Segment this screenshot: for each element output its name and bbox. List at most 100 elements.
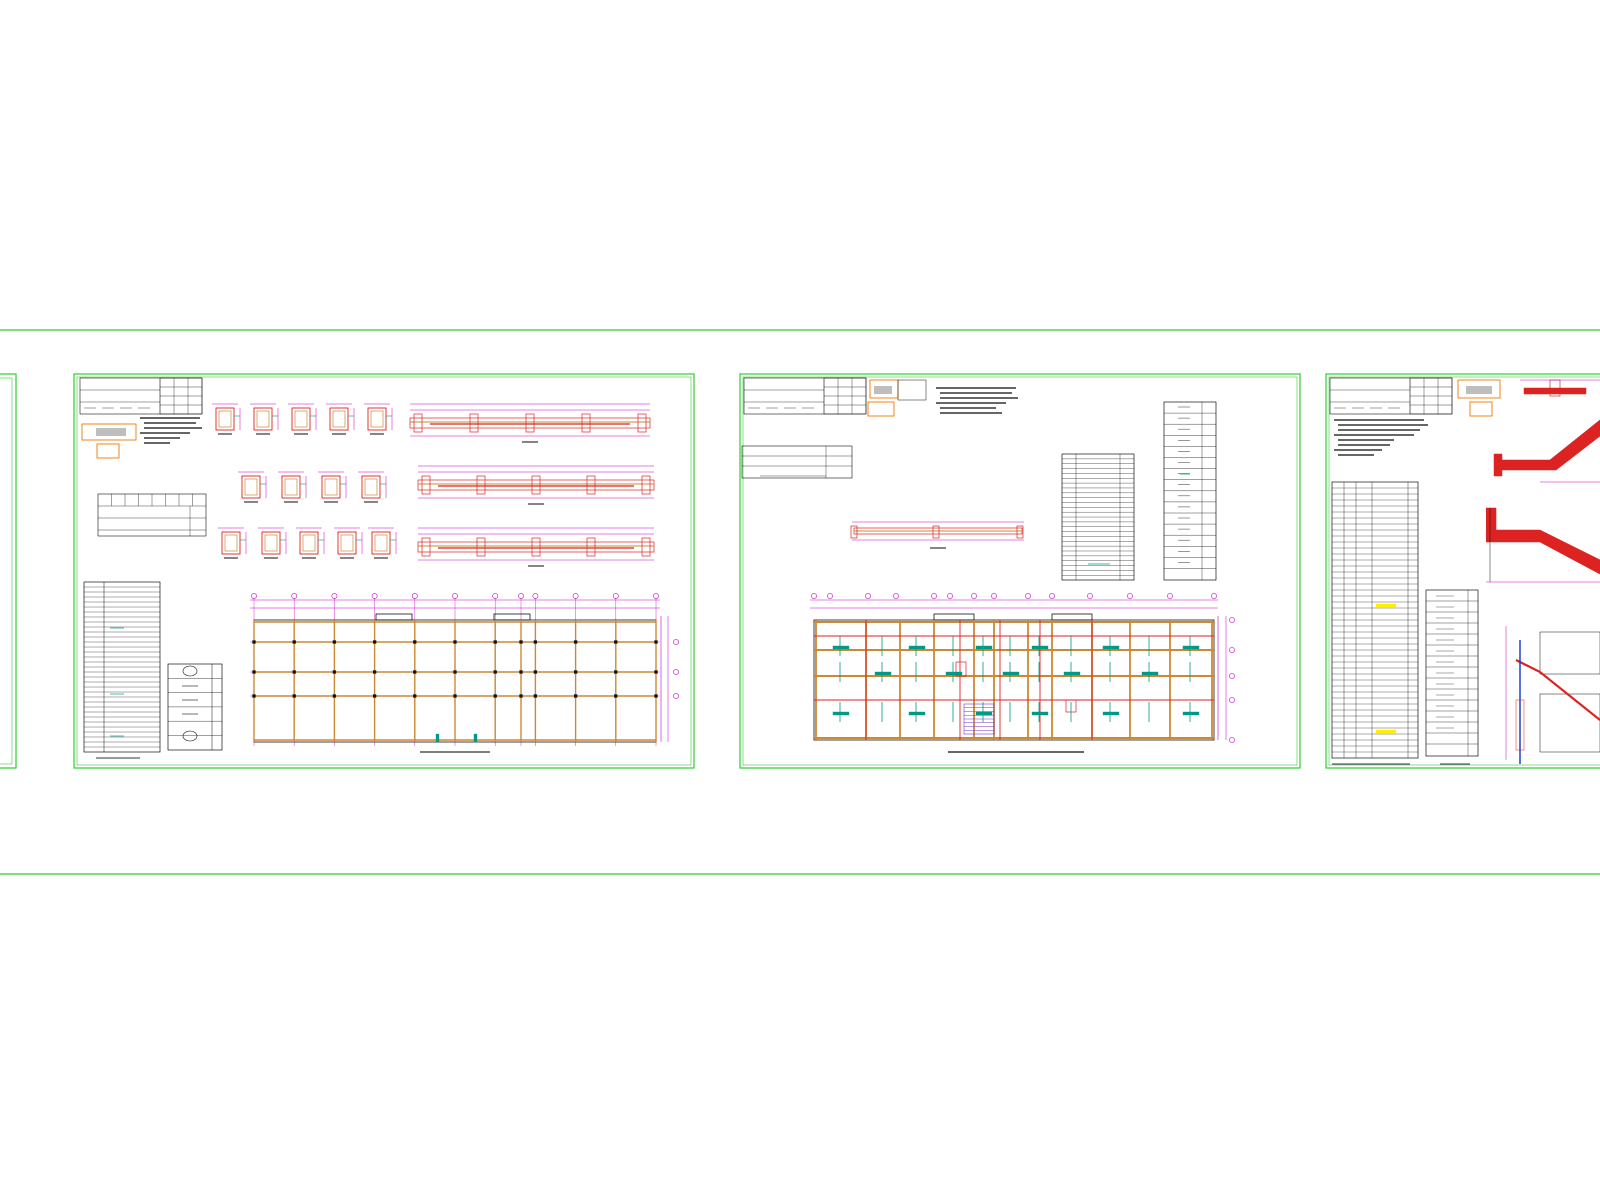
rebar-callout — [1063, 671, 1081, 676]
axis-bubble — [1211, 593, 1217, 599]
beam-cross-sections — [212, 403, 397, 559]
axis-bubble — [1229, 647, 1235, 653]
sheet-partial-left[interactable] — [0, 373, 17, 769]
column — [372, 694, 377, 698]
beam-cross-section — [358, 471, 387, 503]
column — [519, 670, 523, 674]
beam-cross-section — [334, 527, 363, 559]
beam-cross-section — [288, 403, 317, 435]
column-stub — [525, 413, 535, 433]
stirrup — [340, 534, 354, 552]
column — [292, 694, 296, 698]
seal-stamp — [1457, 379, 1501, 417]
stirrup — [256, 410, 270, 428]
landing-beam — [1493, 453, 1503, 477]
beam-cross-section — [364, 403, 393, 435]
column — [453, 670, 457, 674]
axis-bubble — [1167, 593, 1173, 599]
table-highlight — [1375, 729, 1397, 734]
column — [332, 640, 337, 644]
column-stub — [637, 413, 647, 433]
rebar-callout — [1031, 711, 1049, 716]
beam-cross-section — [250, 403, 279, 435]
column — [519, 640, 523, 644]
table-border — [1163, 401, 1217, 581]
column — [654, 694, 658, 698]
legend-table — [741, 445, 853, 479]
column — [332, 670, 337, 674]
axis-bubble — [532, 593, 539, 599]
axis-bubble — [1229, 737, 1235, 743]
axis-bubble — [518, 593, 524, 599]
foundation-plan[interactable] — [250, 593, 679, 753]
bar-shape — [182, 730, 198, 742]
stirrup — [302, 534, 316, 552]
axis-bubble — [1229, 673, 1235, 679]
axis-bubble — [1049, 593, 1055, 599]
rebar-callout — [1002, 671, 1020, 676]
rebar-callout — [874, 671, 892, 676]
material-schedule-table — [1061, 453, 1135, 581]
bar-list-table — [1163, 401, 1217, 581]
plan-bump — [375, 613, 413, 621]
slab-reinforcement-plan[interactable] — [810, 593, 1235, 753]
column — [292, 640, 296, 644]
plan-bump — [493, 613, 531, 621]
rebar-callout — [1141, 671, 1159, 676]
axis-bubble — [1025, 593, 1031, 599]
axis-bubble — [251, 593, 257, 599]
bar-schedule-table — [83, 581, 161, 759]
axis-bubble — [673, 693, 679, 699]
legend-table — [97, 493, 207, 537]
beam-cross-section — [218, 527, 247, 559]
column — [533, 640, 538, 644]
axis-bubble — [811, 593, 817, 599]
beam-cross-section — [278, 471, 307, 503]
axis-bubble — [371, 593, 378, 599]
cad-drawing-canvas[interactable] — [0, 0, 1600, 1200]
beam-cross-section — [368, 527, 397, 559]
title-block — [743, 377, 867, 415]
column — [614, 640, 618, 644]
column-stub — [581, 413, 591, 433]
sheet-foundation-beams[interactable] — [73, 373, 695, 769]
axis-bubble — [991, 593, 997, 599]
column — [533, 670, 538, 674]
column — [493, 694, 497, 698]
stair-flight — [1494, 419, 1600, 471]
rebar-callout — [975, 711, 993, 716]
column — [654, 640, 658, 644]
stair-rebar — [1515, 659, 1600, 721]
column — [614, 694, 618, 698]
bar-shape — [182, 665, 198, 677]
column — [533, 694, 538, 698]
beam-cross-section — [238, 471, 267, 503]
beam-outline — [417, 541, 655, 553]
axis-bubble — [827, 593, 833, 599]
beam-cross-section — [258, 527, 287, 559]
stair-landing — [1523, 387, 1587, 395]
sheet-slab-reinforcement[interactable] — [739, 373, 1301, 769]
rebar-callout — [1102, 711, 1120, 716]
seal-stamp — [867, 379, 927, 417]
stirrup — [370, 410, 384, 428]
column-stub — [531, 537, 541, 557]
axis-bubble — [971, 593, 977, 599]
axis-bubble — [1087, 593, 1093, 599]
general-notes — [1334, 419, 1428, 456]
plan-bump — [1051, 613, 1093, 621]
column — [413, 694, 417, 698]
axis-bubble — [331, 593, 338, 599]
general-notes — [936, 387, 1018, 414]
slab-section-detail — [850, 521, 1024, 549]
column — [493, 640, 497, 644]
plan-outline — [813, 619, 1215, 741]
column-stub — [413, 413, 423, 433]
axis-bubble — [1229, 697, 1235, 703]
column — [413, 670, 417, 674]
stair-frame — [1539, 631, 1600, 675]
axis-bubble — [653, 593, 659, 599]
stirrup — [244, 478, 258, 496]
beam-elevations — [409, 403, 655, 567]
sheet-stair-details[interactable] — [1325, 373, 1600, 769]
